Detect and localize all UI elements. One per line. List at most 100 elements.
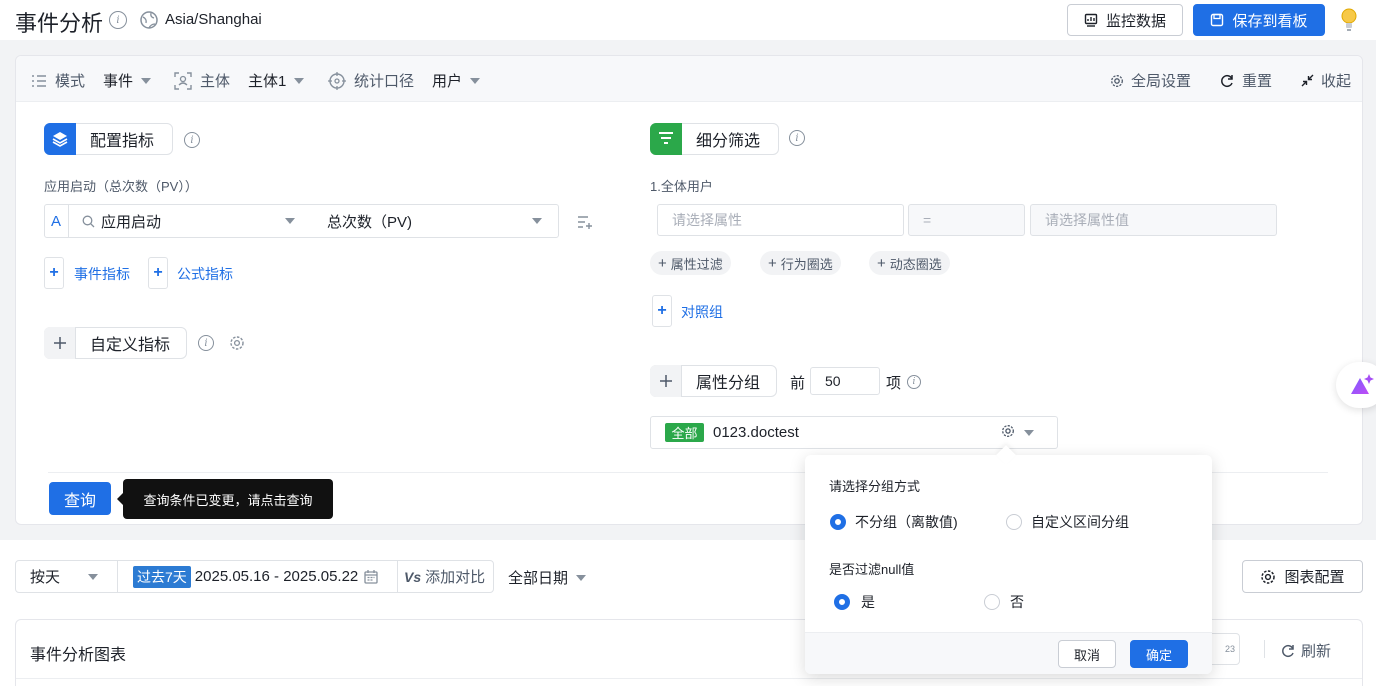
chevron-down-icon (532, 218, 542, 224)
chevron-down-icon (576, 574, 587, 581)
calendar-icon (364, 569, 378, 584)
gear-icon[interactable] (1001, 424, 1015, 441)
divider (1264, 640, 1265, 658)
attribute-select[interactable]: 请选择属性 (657, 204, 904, 236)
info-icon[interactable]: i (198, 335, 214, 351)
save-to-dashboard-button[interactable]: 保存到看板 (1193, 4, 1325, 36)
query-tooltip: 查询条件已变更，请点击查询 (117, 479, 333, 519)
filter-add-icon[interactable] (577, 214, 593, 233)
chart-panel-divider (16, 678, 1362, 679)
top-suffix: 项 (886, 375, 902, 392)
add-event-metric-plus[interactable]: + (44, 257, 64, 289)
compare-group-plus[interactable]: + (652, 295, 672, 327)
event-select[interactable]: 应用启动 (82, 212, 302, 231)
scan-icon (174, 71, 192, 90)
query-button[interactable]: 查询 (49, 482, 111, 515)
cancel-button[interactable]: 取消 (1058, 640, 1116, 668)
config-metrics-title: 配置指标 (90, 133, 155, 150)
chart-panel-title: 事件分析图表 (30, 647, 127, 664)
collapse-label: 收起 (1321, 73, 1352, 90)
plus-icon: + (658, 254, 667, 272)
radio-dot (830, 514, 846, 530)
chevron-down-icon (285, 218, 295, 224)
radio-dot (834, 594, 850, 610)
radio-yes[interactable]: 是 (834, 592, 875, 612)
all-tag: 全部 (665, 423, 704, 442)
info-icon[interactable]: i (907, 375, 921, 389)
info-icon[interactable]: i (789, 130, 805, 146)
radio-discrete-label: 不分组（离散值) (855, 514, 958, 530)
refresh-button[interactable]: 刷新 (1281, 640, 1331, 661)
refresh-icon (1281, 644, 1295, 658)
attribute-value-select[interactable]: 请选择属性值 (1030, 204, 1277, 236)
date-range-picker[interactable]: 过去7天 2025.05.16 - 2025.05.22 (117, 560, 398, 593)
vs-icon: Vs (404, 568, 422, 585)
range-tag: 过去7天 (133, 565, 191, 588)
add-formula-metric-link[interactable]: 公式指标 (177, 264, 233, 284)
confirm-button[interactable]: 确定 (1130, 640, 1188, 668)
crosshair-icon (328, 71, 346, 90)
custom-metric-label: 自定义指标 (90, 337, 171, 354)
info-icon[interactable]: i (109, 11, 127, 29)
metric-letter: A (44, 204, 69, 238)
search-icon (82, 215, 95, 228)
chevron-down-icon[interactable] (1024, 430, 1034, 436)
refresh-icon (1220, 74, 1234, 88)
monitor-data-button[interactable]: 监控数据 (1067, 4, 1183, 36)
group-caption: 1.全体用户 (650, 179, 713, 194)
add-event-metric-link[interactable]: 事件指标 (74, 264, 130, 284)
info-icon[interactable]: i (184, 132, 200, 148)
add-compare-label: 添加对比 (425, 569, 486, 586)
segment-filter-title: 细分筛选 (696, 133, 761, 150)
mode-label: 模式 (55, 73, 86, 90)
radio-dot (1006, 514, 1022, 530)
monitor-icon (1084, 13, 1098, 27)
config-metrics-header: 配置指标 (44, 123, 173, 155)
group-item-row[interactable] (650, 416, 1058, 449)
lightbulb-icon[interactable] (1339, 6, 1359, 35)
plus-icon: + (877, 254, 886, 272)
refresh-label: 刷新 (1301, 643, 1332, 660)
save-to-dashboard-label: 保存到看板 (1232, 12, 1308, 30)
attribute-value-placeholder: 请选择属性值 (1045, 212, 1129, 228)
add-formula-metric-plus[interactable]: + (148, 257, 168, 289)
radio-discrete[interactable]: 不分组（离散值) (830, 512, 958, 532)
add-compare-button[interactable]: Vs 添加对比 (397, 560, 494, 593)
global-settings-label: 全局设置 (1131, 73, 1192, 90)
subject-label: 主体 (200, 73, 231, 90)
attribute-group-button[interactable]: 属性分组 (650, 365, 777, 397)
subject-selector[interactable]: 主体 主体1 (174, 70, 305, 91)
layers-icon (44, 123, 76, 155)
reset-button[interactable]: 重置 (1220, 70, 1272, 91)
measure-select[interactable]: 总次数（PV) (327, 212, 547, 231)
stat-value: 用户 (432, 73, 463, 90)
stat-selector[interactable]: 统计口径 用户 (328, 70, 481, 91)
dynamic-filter-button[interactable]: + 动态圈选 (869, 251, 950, 275)
ai-assistant-button[interactable] (1336, 362, 1376, 408)
radio-dot (984, 594, 1000, 610)
mode-selector[interactable]: 模式 事件 (31, 70, 152, 91)
radio-custom-interval[interactable]: 自定义区间分组 (1006, 512, 1129, 532)
date-range-value: 2025.05.16 - 2025.05.22 (194, 568, 359, 585)
chevron-down-icon (470, 77, 481, 84)
collapse-button[interactable]: 收起 (1301, 70, 1351, 91)
top-count-input[interactable]: 50 (810, 367, 880, 395)
all-dates-select[interactable]: 全部日期 (508, 567, 587, 588)
global-settings-button[interactable]: 全局设置 (1110, 70, 1191, 91)
radio-no[interactable]: 否 (984, 592, 1024, 612)
radio-no-label: 否 (1010, 594, 1024, 610)
gear-icon[interactable] (229, 335, 245, 354)
plus-icon (650, 365, 682, 397)
operator-select[interactable]: = (908, 204, 1025, 236)
gear-icon (1110, 74, 1124, 88)
timezone-label: Asia/Shanghai (165, 11, 262, 28)
list-icon (31, 73, 47, 89)
compare-group-link[interactable]: 对照组 (681, 302, 723, 322)
plus-icon: + (768, 254, 777, 272)
null-filter-label: 是否过滤null值 (829, 562, 915, 577)
behavior-filter-button[interactable]: + 行为圈选 (760, 251, 841, 275)
custom-metric-button[interactable]: 自定义指标 (44, 327, 187, 359)
attr-filter-button[interactable]: + 属性过滤 (650, 251, 731, 275)
chart-config-button[interactable]: 图表配置 (1242, 560, 1363, 593)
granularity-select[interactable]: 按天 (15, 560, 118, 593)
